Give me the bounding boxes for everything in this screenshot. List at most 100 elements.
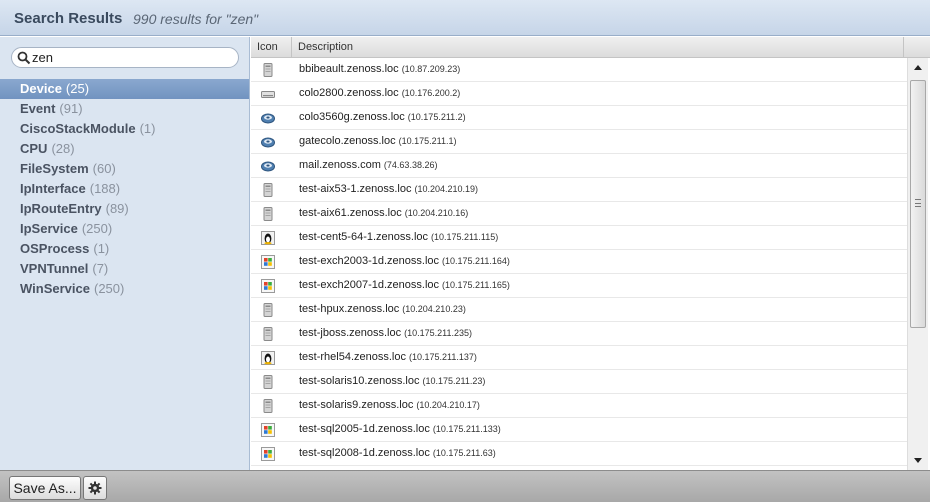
device-description: test-aix53-1.zenoss.loc (10.204.210.19) [299,183,478,195]
device-name: test-exch2007-1d.zenoss.loc [299,279,440,291]
category-label: IpRouteEntry [20,201,102,216]
category-item[interactable]: WinService (250) [0,279,249,299]
table-row[interactable]: test-hpux.zenoss.loc (10.204.210.23) [251,298,907,322]
category-label: CiscoStackModule [20,121,136,136]
search-box[interactable] [11,47,239,68]
device-description: test-solaris9.zenoss.loc (10.204.210.17) [299,399,480,411]
category-label: OSProcess [20,241,90,256]
device-description: test-aix61.zenoss.loc (10.204.210.16) [299,207,468,219]
search-input[interactable] [32,49,232,66]
search-icon [17,51,31,65]
category-count: (1) [93,241,110,256]
device-name: colo2800.zenoss.loc [299,87,399,99]
device-name: test-aix61.zenoss.loc [299,207,402,219]
page-title: Search Results [14,10,123,27]
server-icon [261,207,275,221]
category-label: IpInterface [20,181,86,196]
server-icon [261,327,275,341]
table-row[interactable]: test-aix53-1.zenoss.loc (10.204.210.19) [251,178,907,202]
category-item[interactable]: IpRouteEntry (89) [0,199,249,219]
device-name: test-sql2008-1d.zenoss.loc [299,447,430,459]
device-name: test-exch2003-1d.zenoss.loc [299,255,440,267]
device-ip: (74.63.38.26) [383,160,438,170]
table-row[interactable]: test-rhel54.zenoss.loc (10.175.211.137) [251,346,907,370]
server-icon [261,63,275,77]
column-header-icon[interactable]: Icon [251,37,292,58]
device-name: mail.zenoss.com [299,159,381,171]
table-row[interactable]: gatecolo.zenoss.loc (10.175.211.1) [251,130,907,154]
device-description: test-sql2008-1d.zenoss.loc (10.175.211.63… [299,447,496,459]
device-name: gatecolo.zenoss.loc [299,135,396,147]
category-count: (25) [65,81,90,96]
scroll-up-arrow-icon[interactable] [908,59,928,77]
switch-icon [261,159,275,173]
device-name: test-jboss.zenoss.loc [299,327,402,339]
device-name: test-rhel54.zenoss.loc [299,351,406,363]
device-name: colo3560g.zenoss.loc [299,111,405,123]
category-item[interactable]: VPNTunnel (7) [0,259,249,279]
device-description: test-rhel54.zenoss.loc (10.175.211.137) [299,351,477,363]
category-item[interactable]: IpService (250) [0,219,249,239]
windows-icon [261,423,275,437]
table-row[interactable]: test-exch2003-1d.zenoss.loc (10.175.211.1… [251,250,907,274]
category-panel: Device(25)Event(91)CiscoStackModule(1)CP… [0,37,250,470]
table-row[interactable]: colo3560g.zenoss.loc (10.175.211.2) [251,106,907,130]
device-ip: (10.175.211.1) [398,136,457,146]
table-row[interactable]: test-cent5-64-1.zenoss.loc (10.175.211.11… [251,226,907,250]
category-count: (1) [139,121,156,136]
scroll-down-arrow-icon[interactable] [908,451,928,469]
device-name: test-cent5-64-1.zenoss.loc [299,231,429,243]
device-description: bbibeault.zenoss.loc (10.87.209.23) [299,63,460,75]
device-description: test-solaris10.zenoss.loc (10.175.211.23) [299,375,485,387]
table-row[interactable]: test-sql2008-1d.zenoss.loc (10.175.211.63… [251,442,907,466]
table-row[interactable]: test-solaris10.zenoss.loc (10.175.211.23) [251,370,907,394]
device-ip: (10.204.210.19) [414,184,479,194]
device-ip: (10.204.210.17) [416,400,480,410]
device-description: test-jboss.zenoss.loc (10.175.211.235) [299,327,472,339]
switch-icon [261,111,275,125]
category-item[interactable]: IpInterface (188) [0,179,249,199]
table-row[interactable]: test-sql2005-1d.zenoss.loc (10.175.211.13… [251,418,907,442]
device-ip: (10.175.211.164) [442,256,510,266]
settings-button[interactable] [83,476,107,500]
category-item[interactable]: Event (91) [0,99,249,119]
category-item[interactable]: Device (25) [0,79,249,99]
category-list: Device (25) Event (91) CiscoStackModule (1) CP… [0,79,249,299]
category-label: VPNTunnel [20,261,89,276]
grip-icon [915,199,921,207]
category-count: (250) [81,221,113,236]
device-name: test-solaris9.zenoss.loc [299,399,414,411]
category-label: Device [20,81,62,96]
table-row[interactable]: test-exch2007-1d.zenoss.loc (10.175.211.1… [251,274,907,298]
category-item[interactable]: OSProcess (1) [0,239,249,259]
device-description: gatecolo.zenoss.loc (10.175.211.1) [299,135,457,147]
vertical-scrollbar[interactable] [907,58,928,470]
table-row[interactable]: bbibeault.zenoss.loc (10.87.209.23) [251,58,907,82]
device-ip: (10.175.211.23) [422,376,486,386]
scroll-thumb[interactable] [910,80,926,328]
device-name: test-hpux.zenoss.loc [299,303,400,315]
device-description: colo2800.zenoss.loc (10.176.200.2) [299,87,460,99]
category-count: (250) [93,281,125,296]
device-name: test-sql2005-1d.zenoss.loc [299,423,430,435]
router-icon [261,87,275,101]
table-row[interactable]: test-jboss.zenoss.loc (10.175.211.235) [251,322,907,346]
table-row[interactable]: mail.zenoss.com (74.63.38.26) [251,154,907,178]
category-label: CPU [20,141,48,156]
table-row[interactable]: colo2800.zenoss.loc (10.176.200.2) [251,82,907,106]
category-item[interactable]: CiscoStackModule (1) [0,119,249,139]
device-name: bbibeault.zenoss.loc [299,63,399,75]
device-description: test-exch2007-1d.zenoss.loc (10.175.211.1… [299,279,510,291]
table-row[interactable]: test-aix61.zenoss.loc (10.204.210.16) [251,202,907,226]
title-bar: Search Results 990 results for "zen" [0,0,930,36]
category-item[interactable]: FileSystem (60) [0,159,249,179]
column-header-description[interactable]: Description [292,37,904,58]
category-item[interactable]: CPU (28) [0,139,249,159]
device-description: test-sql2005-1d.zenoss.loc (10.175.211.13… [299,423,501,435]
linux-icon [261,351,275,365]
server-icon [261,375,275,389]
save-as-button[interactable]: Save As... [9,476,81,500]
category-label: Event [20,101,56,116]
category-count: (60) [92,161,116,176]
table-row[interactable]: test-solaris9.zenoss.loc (10.204.210.17) [251,394,907,418]
